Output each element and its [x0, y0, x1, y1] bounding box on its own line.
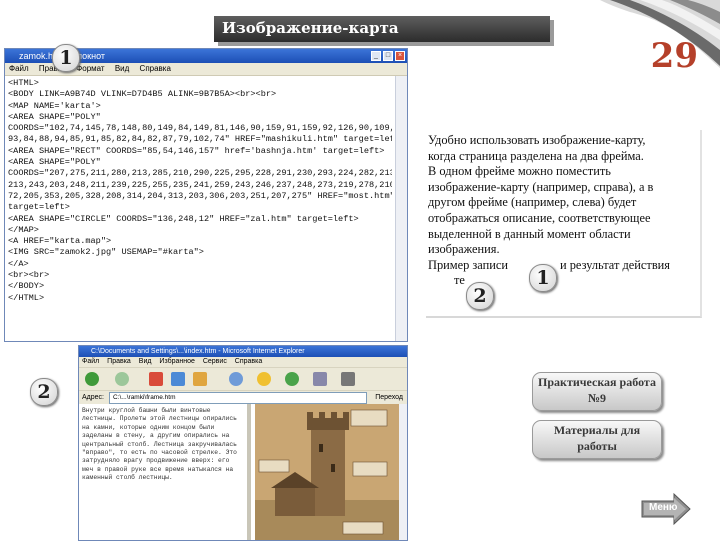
address-input[interactable]: C:\...\ramki\frame.htm [109, 392, 367, 404]
description-line: изображения. [428, 242, 500, 257]
browser-menu-view[interactable]: Вид [139, 358, 152, 365]
home-icon[interactable] [193, 372, 207, 386]
slide-title: Изображение-карта [222, 19, 399, 37]
code-line: COORDS="207,275,211,280,213,285,210,290,… [8, 168, 392, 179]
notepad-window: zamok.htm - Блокнот _ □ × Файл Правка Фо… [4, 48, 408, 342]
code-line: 213,243,203,248,211,239,225,255,235,241,… [8, 179, 392, 190]
description-line: когда страница разделена на два фрейма. [428, 148, 644, 163]
code-line: target=left> [8, 202, 70, 213]
code-line: 93,84,88,94,85,91,85,82,84,82,87,79,102,… [8, 134, 392, 145]
menu-view[interactable]: Вид [115, 64, 129, 73]
description-text: Удобно использовать изображение-карту, к… [428, 133, 694, 289]
print-icon[interactable] [341, 372, 355, 386]
castle-tower-image[interactable] [255, 404, 399, 540]
description-line: Удобно использовать изображение-карту, [428, 133, 646, 147]
refresh-icon[interactable] [171, 372, 185, 386]
menu-button[interactable]: Меню [640, 492, 692, 526]
minimize-button[interactable]: _ [371, 51, 381, 61]
code-line: <IMG SRC="zamok2.jpg" USEMAP="#karta"> [8, 247, 204, 258]
practical-work-button[interactable]: Практическая работа №9 [532, 372, 662, 411]
code-line: </MAP> [8, 224, 39, 235]
address-bar: Адрес: C:\...\ramki\frame.htm Переход [79, 390, 407, 404]
browser-window: C:\Documents and Settings\...\index.htm … [78, 345, 408, 541]
description-line: В одном фрейме можно поместить [428, 164, 611, 179]
search-icon[interactable] [229, 372, 243, 386]
code-line: </BODY> [8, 281, 45, 292]
description-line: другом фрейме (например, слева) будет [428, 195, 637, 210]
page-number: 29 [650, 36, 698, 76]
badge-one-inline[interactable]: 1 [529, 264, 557, 292]
code-line: COORDS="102,74,145,78,148,80,149,84,149,… [8, 123, 392, 134]
browser-scrollbar[interactable] [399, 404, 407, 540]
code-line: <AREA SHAPE="POLY" [8, 157, 101, 168]
menu-format[interactable]: Формат [76, 64, 104, 73]
notepad-text-area[interactable]: <HTML> <BODY LINK=A9B74D VLINK=D7D4B5 ALI… [5, 76, 395, 341]
example-text-start: Пример записи [428, 257, 509, 272]
maximize-button[interactable]: □ [383, 51, 393, 61]
code-line: <br><br> [8, 270, 50, 281]
notepad-scrollbar[interactable] [395, 76, 407, 341]
description-line: изображение-карту (например, справа), а … [428, 179, 654, 194]
code-line: <AREA SHAPE="POLY" [8, 111, 101, 122]
code-line: <BODY LINK=A9B74D VLINK=D7D4B5 ALINK=9B7… [8, 89, 277, 100]
forward-icon[interactable] [115, 372, 129, 386]
browser-menu-favorites[interactable]: Избранное [159, 358, 194, 365]
badge-two-browser: 2 [30, 378, 58, 406]
close-button[interactable]: × [395, 51, 405, 61]
address-label: Адрес: [82, 394, 104, 401]
code-line: <AREA SHAPE="RECT" COORDS="85,54,146,157… [8, 145, 385, 156]
browser-menu-file[interactable]: Файл [82, 358, 99, 365]
badge-one-notepad: 1 [52, 44, 80, 72]
example-text-end: и результат действия [560, 257, 671, 272]
mail-icon[interactable] [313, 372, 327, 386]
back-icon[interactable] [85, 372, 99, 386]
browser-menubar: Файл Правка Вид Избранное Сервис Справка [79, 357, 407, 367]
code-line: 72,205,353,205,328,208,314,204,313,203,3… [8, 190, 392, 201]
browser-titlebar: C:\Documents and Settings\...\index.htm … [79, 346, 407, 357]
description-line: отображаться описание, соответствующее [428, 210, 651, 225]
slide-title-bar: Изображение-карта [214, 16, 550, 42]
stop-icon[interactable] [149, 372, 163, 386]
menu-file[interactable]: Файл [9, 64, 29, 73]
browser-frames: Внутри круглой башни были винтовые лестн… [79, 404, 407, 540]
badge-two-inline[interactable]: 2 [466, 282, 494, 310]
browser-menu-help[interactable]: Справка [235, 358, 262, 365]
description-line: выделенной в данный момент области [428, 226, 631, 241]
right-frame-image-map[interactable] [255, 404, 399, 540]
history-icon[interactable] [285, 372, 299, 386]
left-frame-description: Внутри круглой башни были винтовые лестн… [79, 404, 251, 540]
code-line: <MAP NAME='karta'> [8, 100, 101, 111]
code-line: <A HREF="karta.map"> [8, 236, 112, 247]
code-line: <AREA SHAPE="CIRCLE" COORDS="136,248,12"… [8, 213, 359, 224]
code-line: </HTML> [8, 292, 45, 303]
favorites-icon[interactable] [257, 372, 271, 386]
materials-button[interactable]: Материалы для работы [532, 420, 662, 459]
browser-menu-tools[interactable]: Сервис [203, 358, 227, 365]
code-line: <HTML> [8, 78, 39, 88]
browser-menu-edit[interactable]: Правка [107, 358, 131, 365]
browser-toolbar [79, 367, 407, 390]
example-line: Пример записи и результат действия [428, 258, 694, 274]
go-button[interactable]: Переход [375, 391, 403, 404]
code-line: </A> [8, 258, 29, 269]
menu-help[interactable]: Справка [140, 64, 171, 73]
menu-button-label: Меню [649, 502, 678, 513]
browser-title: C:\Documents and Settings\...\index.htm … [91, 348, 305, 355]
